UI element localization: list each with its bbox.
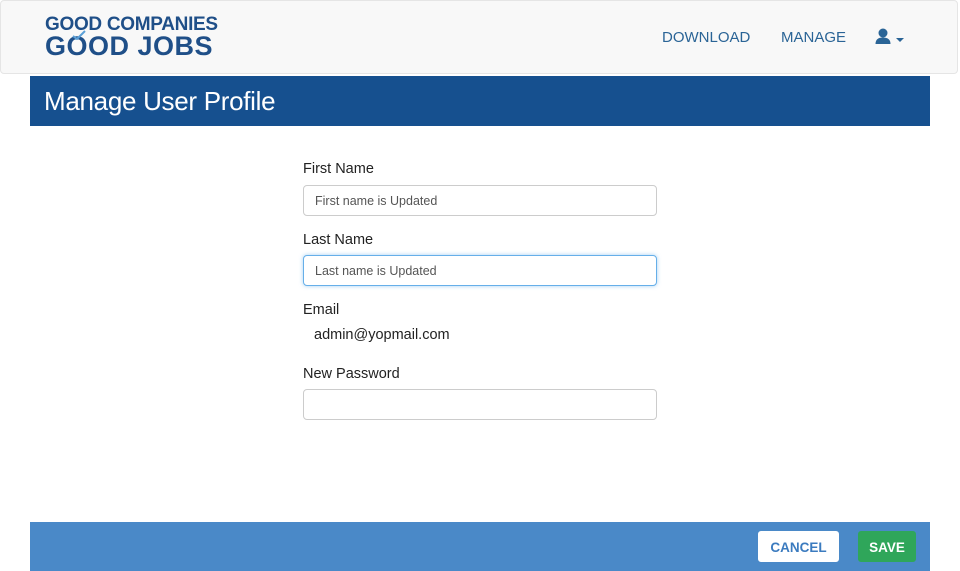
first-name-label: First Name bbox=[303, 161, 374, 177]
top-navbar: GOOD COMPANIES GOOD JOBS DOWNLOAD MANAGE bbox=[0, 0, 958, 74]
logo-check-icon bbox=[72, 30, 86, 40]
brand-logo[interactable]: GOOD COMPANIES GOOD JOBS bbox=[45, 15, 218, 60]
save-button[interactable]: SAVE bbox=[858, 531, 916, 562]
logo-line-2-text: GOOD JOBS bbox=[45, 31, 214, 61]
footer-action-bar: CANCEL SAVE bbox=[30, 522, 930, 571]
nav-download-link[interactable]: DOWNLOAD bbox=[662, 29, 750, 46]
logo-line-2: GOOD JOBS bbox=[45, 30, 218, 61]
email-value: admin@yopmail.com bbox=[314, 327, 450, 343]
new-password-label: New Password bbox=[303, 366, 400, 382]
caret-down-icon bbox=[896, 38, 904, 42]
new-password-input[interactable] bbox=[303, 389, 657, 420]
email-label: Email bbox=[303, 302, 340, 318]
first-name-input[interactable] bbox=[303, 185, 657, 216]
last-name-input[interactable] bbox=[303, 255, 657, 286]
last-name-label: Last Name bbox=[303, 232, 374, 248]
nav-manage-link[interactable]: MANAGE bbox=[781, 29, 846, 46]
page-title: Manage User Profile bbox=[44, 86, 276, 116]
user-menu-dropdown[interactable] bbox=[874, 27, 906, 49]
cancel-button[interactable]: CANCEL bbox=[758, 531, 839, 562]
page-header-banner: Manage User Profile bbox=[30, 76, 930, 126]
